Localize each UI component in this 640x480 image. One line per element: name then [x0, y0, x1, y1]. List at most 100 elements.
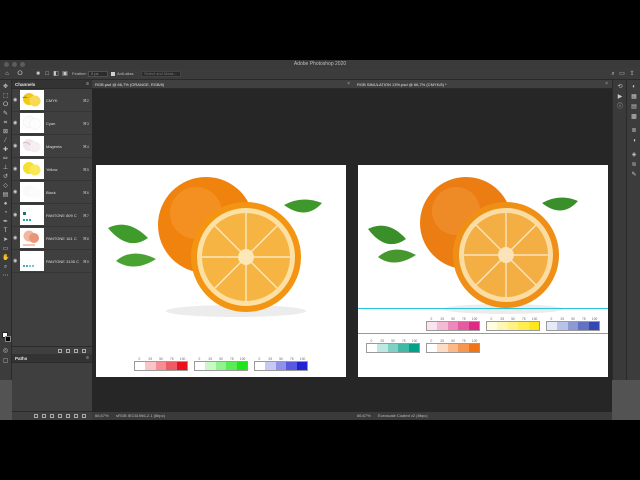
- background-color-swatch[interactable]: [5, 336, 11, 342]
- select-and-mask-button[interactable]: Select and Mask...: [141, 71, 181, 77]
- history-brush-icon[interactable]: ↺: [2, 174, 9, 180]
- add-selection-icon[interactable]: □: [44, 71, 50, 77]
- healing-icon[interactable]: ✚: [2, 147, 9, 153]
- adjustments-icon[interactable]: ◑: [630, 138, 638, 144]
- panel-menu-icon[interactable]: ≡: [86, 355, 89, 361]
- color-swatch: [458, 344, 469, 352]
- close-tab-icon[interactable]: ×: [605, 81, 608, 87]
- zoom-level[interactable]: 66,67%: [357, 413, 371, 418]
- channels-icon[interactable]: ≋: [630, 162, 638, 168]
- channel-row-magenta[interactable]: ◉ Magenta ⌘4: [12, 135, 92, 158]
- document-tab[interactable]: RGB.psd @ 66,7% (ORANGE, RGB/8) ×: [92, 80, 354, 89]
- close-tab-icon[interactable]: ×: [347, 81, 350, 87]
- swatch-row: [426, 343, 480, 353]
- color-panel-icon[interactable]: ◐: [630, 84, 638, 90]
- visibility-eye-icon[interactable]: ◉: [13, 213, 18, 218]
- workspace-icon[interactable]: ▭: [619, 71, 625, 77]
- panel-menu-icon[interactable]: ≡: [86, 81, 89, 87]
- stroke-path-icon[interactable]: [42, 414, 46, 418]
- frame-icon[interactable]: ⊠: [2, 129, 9, 135]
- properties-icon[interactable]: ≣: [630, 128, 638, 134]
- more-tools-icon[interactable]: ⋯: [2, 273, 9, 279]
- channel-shortcut: ⌘9: [82, 259, 89, 264]
- visibility-eye-icon[interactable]: ◉: [13, 190, 18, 195]
- visibility-eye-icon[interactable]: ◉: [13, 236, 18, 241]
- guide-line-bottom[interactable]: [358, 333, 608, 334]
- info-icon[interactable]: ⓘ: [616, 104, 624, 110]
- subtract-selection-icon[interactable]: ◧: [53, 71, 59, 77]
- channel-row-pantone-809[interactable]: ◉ PANTONE 809 C ⌘7: [12, 204, 92, 227]
- new-path-icon[interactable]: [74, 414, 78, 418]
- visibility-eye-icon[interactable]: ◉: [13, 98, 18, 103]
- anti-alias-checkbox[interactable]: [111, 72, 115, 76]
- pen-icon[interactable]: ✒: [2, 219, 9, 225]
- load-path-icon[interactable]: [50, 414, 54, 418]
- share-icon[interactable]: ⇪: [629, 71, 635, 77]
- layers-icon[interactable]: ◈: [630, 152, 638, 158]
- lasso-tool-preset-icon[interactable]: ⵔ: [17, 71, 23, 77]
- save-selection-icon[interactable]: [66, 349, 70, 353]
- visibility-eye-icon[interactable]: ◉: [13, 167, 18, 172]
- visibility-eye-icon[interactable]: ◉: [13, 121, 18, 126]
- zoom-level[interactable]: 66,67%: [95, 413, 109, 418]
- channel-row-black[interactable]: ◉ Black ⌘6: [12, 181, 92, 204]
- hand-icon[interactable]: ✋: [2, 255, 9, 261]
- swatch-row: [426, 321, 480, 331]
- eyedropper-icon[interactable]: ⁄: [2, 138, 9, 144]
- paths-tab[interactable]: Paths: [15, 356, 27, 361]
- color-swatch: [567, 322, 579, 330]
- fill-path-icon[interactable]: [34, 414, 38, 418]
- zoom-icon[interactable]: ⌕: [2, 264, 9, 270]
- intersect-selection-icon[interactable]: ▣: [62, 71, 68, 77]
- lasso-icon[interactable]: ⵔ: [2, 102, 9, 108]
- brush-icon[interactable]: ✏: [2, 156, 9, 162]
- patterns-icon[interactable]: ▩: [630, 114, 638, 120]
- eraser-icon[interactable]: ◇: [2, 183, 9, 189]
- channel-row-pantone-161[interactable]: ◉ PANTONE 161 C ⌘8: [12, 227, 92, 250]
- visibility-eye-icon[interactable]: ◉: [13, 259, 18, 264]
- search-icon[interactable]: ⌕: [610, 71, 616, 77]
- color-profile[interactable]: Euroscale Coated v2 (8bpc): [378, 413, 428, 418]
- move-tool-icon[interactable]: ✥: [2, 84, 9, 90]
- channel-row-yellow[interactable]: ◉ Yellow ⌘5: [12, 158, 92, 181]
- document-tab[interactable]: RGB SIMULATION 13%.psd @ 66,7% (CMYK/8) …: [354, 80, 612, 89]
- document-canvas[interactable]: 0 25 50 75 100 0 25 50 75 100 0 25 50 75…: [358, 165, 608, 377]
- gradients-icon[interactable]: ▤: [630, 104, 638, 110]
- feather-input[interactable]: 0 px: [88, 71, 108, 77]
- delete-channel-icon[interactable]: [82, 349, 86, 353]
- paths-icon[interactable]: ✎: [630, 172, 638, 178]
- swatches-icon[interactable]: ▦: [630, 94, 638, 100]
- document-canvas[interactable]: 0 25 50 75 100 0 25 50 75 100 0 25 50 75…: [96, 165, 346, 377]
- screen-mode-icon[interactable]: ▢: [2, 358, 9, 364]
- delete-path-icon[interactable]: [82, 414, 86, 418]
- actions-icon[interactable]: ▶: [616, 94, 624, 100]
- history-icon[interactable]: ⟲: [616, 84, 624, 90]
- path-select-icon[interactable]: ➤: [2, 237, 9, 243]
- dodge-icon[interactable]: ◔: [2, 210, 9, 216]
- crop-icon[interactable]: ⌗: [2, 120, 9, 126]
- new-selection-icon[interactable]: ■: [35, 71, 41, 77]
- make-path-icon[interactable]: [58, 414, 62, 418]
- blur-icon[interactable]: ●: [2, 201, 9, 207]
- stamp-icon[interactable]: ⊥: [2, 165, 9, 171]
- color-swatch: [447, 322, 459, 330]
- add-mask-icon[interactable]: [66, 414, 70, 418]
- channel-row-pantone-3135[interactable]: ◉ PANTONE 3135 C ⌘9: [12, 250, 92, 273]
- channel-thumbnail: [20, 205, 44, 225]
- guide-line-top[interactable]: [358, 308, 608, 309]
- channels-tab[interactable]: Channels: [15, 82, 35, 87]
- channel-row-cmyk[interactable]: ◉ CMYK ⌘2: [12, 89, 92, 112]
- rectangle-icon[interactable]: ▭: [2, 246, 9, 252]
- color-profile[interactable]: sRGB IEC61966-2.1 (8bpc): [116, 413, 165, 418]
- new-channel-icon[interactable]: [74, 349, 78, 353]
- document-status-bar: 66,67% Euroscale Coated v2 (8bpc): [354, 412, 612, 420]
- marquee-icon[interactable]: ⬚: [2, 93, 9, 99]
- home-icon[interactable]: ⌂: [4, 71, 10, 77]
- quick-mask-icon[interactable]: ◎: [2, 348, 9, 354]
- visibility-eye-icon[interactable]: ◉: [13, 144, 18, 149]
- load-selection-icon[interactable]: [58, 349, 62, 353]
- type-icon[interactable]: T: [2, 228, 9, 234]
- channel-row-cyan[interactable]: ◉ Cyan ⌘3: [12, 112, 92, 135]
- quick-select-icon[interactable]: ✎: [2, 111, 9, 117]
- gradient-icon[interactable]: ▤: [2, 192, 9, 198]
